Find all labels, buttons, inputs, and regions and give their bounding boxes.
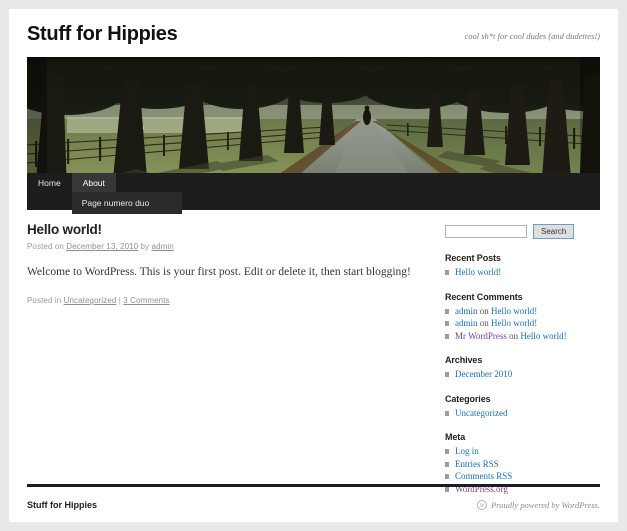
- post-meta-by: by: [138, 242, 152, 251]
- list-item: Log in: [445, 445, 600, 458]
- widget-title-categories: Categories: [445, 393, 491, 404]
- recent-comments-list: admin on Hello world! admin on Hello wor…: [445, 305, 600, 343]
- comment-author-link[interactable]: admin: [455, 318, 478, 328]
- widget-title-recent-posts: Recent Posts: [445, 253, 501, 263]
- nav-item-about-label: About: [82, 177, 105, 188]
- recent-post-link[interactable]: Hello world!: [455, 267, 501, 277]
- post-article: Hello world! Posted on December 13, 2010…: [27, 222, 429, 305]
- comment-on-text: on: [477, 305, 491, 316]
- comment-post-link[interactable]: Hello world!: [520, 331, 566, 341]
- widget-categories: Categories Uncategorized: [445, 394, 600, 420]
- widget-recent-comments: Recent Comments admin on Hello world! ad…: [445, 292, 600, 343]
- search-button[interactable]: Search: [533, 224, 575, 239]
- widget-title-archives: Archives: [445, 355, 483, 365]
- post-category-link[interactable]: Uncategorized: [64, 296, 117, 305]
- widget-recent-posts: Recent Posts Hello world!: [445, 253, 600, 279]
- header-image: [27, 57, 600, 192]
- list-item: Hello world!: [445, 266, 600, 279]
- post-meta: Posted on December 13, 2010 by admin: [27, 242, 429, 251]
- list-item: admin on Hello world!: [445, 317, 600, 330]
- archive-link[interactable]: December 2010: [455, 369, 512, 379]
- list-item: admin on Hello world!: [445, 305, 600, 318]
- recent-posts-list: Hello world!: [445, 266, 600, 279]
- meta-link-login[interactable]: Log in: [455, 446, 479, 456]
- comment-post-link[interactable]: Hello world!: [491, 306, 537, 316]
- post-author-link[interactable]: admin: [152, 242, 174, 251]
- site-description: cool sh*t for cool dudes (and dudettes!): [464, 31, 600, 41]
- nav-bar: Home About Page numero duo: [27, 173, 600, 214]
- footer-credit-text: Proudly powered by WordPress.: [491, 500, 600, 510]
- site-footer: Stuff for Hippies W Proudly powered by W…: [27, 484, 600, 510]
- comment-author-link[interactable]: Mr WordPress: [455, 331, 507, 341]
- post-body: Welcome to WordPress. This is your first…: [27, 266, 411, 278]
- post-meta-prefix: Posted on: [27, 242, 67, 251]
- meta-link-comments-rss[interactable]: Comments RSS: [455, 471, 512, 481]
- footer-credit[interactable]: W Proudly powered by WordPress.: [477, 500, 600, 510]
- post-date-link[interactable]: December 13, 2010: [66, 242, 138, 251]
- comment-post-link[interactable]: Hello world!: [491, 318, 537, 328]
- submenu-item-page-numero-duo[interactable]: Page numero duo: [72, 192, 182, 214]
- browser-page: Stuff for Hippies cool sh*t for cool dud…: [9, 9, 618, 522]
- widget-title-recent-comments: Recent Comments: [445, 291, 523, 302]
- category-link[interactable]: Uncategorized: [455, 408, 507, 418]
- site-header: Stuff for Hippies cool sh*t for cool dud…: [9, 9, 618, 57]
- widget-title-meta: Meta: [445, 432, 466, 442]
- search-form: Search: [445, 224, 600, 239]
- post-footer-prefix: Posted in: [27, 296, 64, 305]
- post-footer: Posted in Uncategorized | 3 Comments: [27, 296, 429, 305]
- footer-row: Stuff for Hippies W Proudly powered by W…: [27, 500, 600, 510]
- list-item: Uncategorized: [445, 407, 600, 420]
- footer-divider: [27, 484, 600, 487]
- content-column: Hello world! Posted on December 13, 2010…: [27, 222, 445, 305]
- widget-archives: Archives December 2010: [445, 355, 600, 381]
- nav-item-home[interactable]: Home: [27, 173, 72, 192]
- main-region: Hello world! Posted on December 13, 2010…: [27, 222, 600, 508]
- wordpress-logo-icon: W: [477, 500, 487, 510]
- footer-site-title[interactable]: Stuff for Hippies: [27, 500, 97, 510]
- post-title[interactable]: Hello world!: [27, 222, 429, 237]
- archives-list: December 2010: [445, 368, 600, 381]
- post-comments-link[interactable]: 3 Comments: [123, 296, 169, 305]
- nav-submenu-about: Page numero duo: [71, 192, 182, 214]
- nav-item-about[interactable]: About Page numero duo: [71, 173, 182, 214]
- sidebar: Search Recent Posts Hello world! Recent …: [445, 222, 600, 508]
- search-input[interactable]: [445, 225, 527, 238]
- primary-navigation: Home About Page numero duo: [27, 173, 600, 214]
- list-item: December 2010: [445, 368, 600, 381]
- list-item: Mr WordPress on Hello world!: [445, 330, 600, 343]
- tree-lined-path-photo: [27, 57, 600, 192]
- list-item: Entries RSS: [445, 458, 600, 471]
- comment-author-link[interactable]: admin: [455, 306, 478, 316]
- categories-list: Uncategorized: [445, 407, 600, 420]
- comment-on-text: on: [506, 330, 521, 341]
- list-item: Comments RSS: [445, 470, 600, 483]
- svg-text:W: W: [480, 504, 485, 509]
- comment-on-text: on: [477, 318, 491, 328]
- meta-link-entries-rss[interactable]: Entries RSS: [455, 459, 499, 469]
